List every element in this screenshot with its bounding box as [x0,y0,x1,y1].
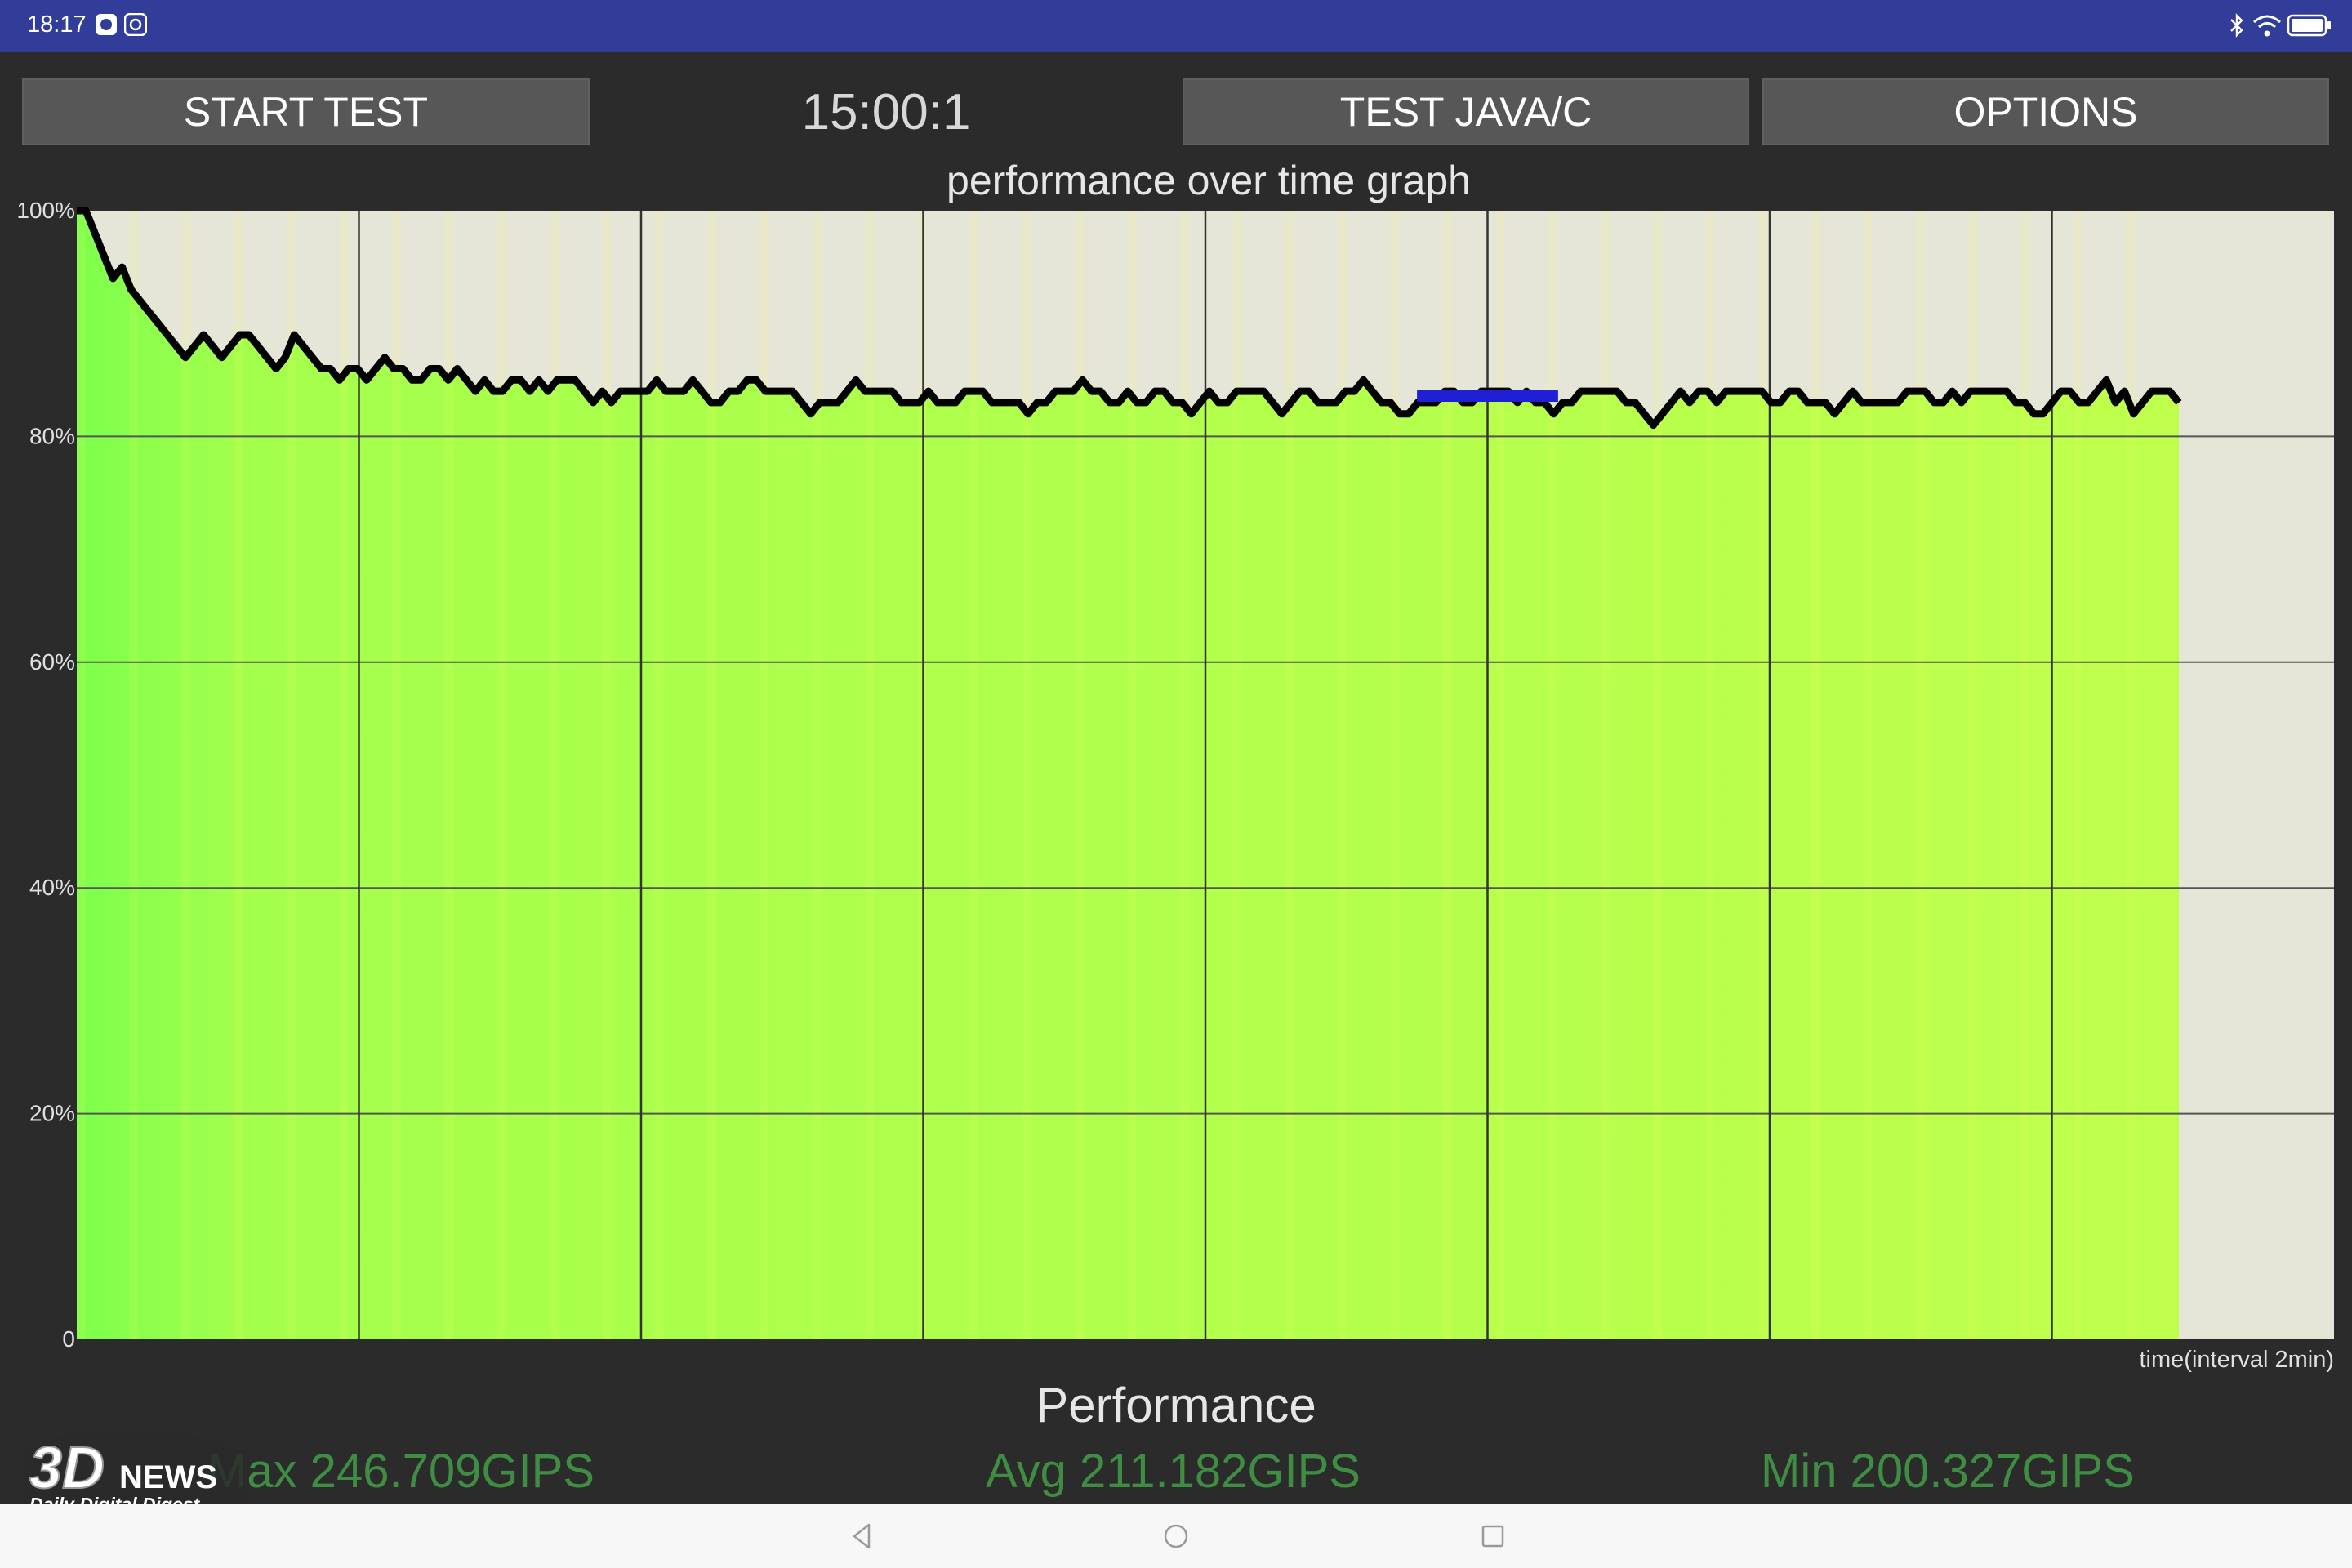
status-bar: 18:17 [0,0,2352,52]
fill-band [2020,211,2030,1339]
fill-band [1811,211,1820,1339]
test-java-c-button[interactable]: TEST JAVA/C [1183,78,1749,145]
recents-icon[interactable] [1477,1520,1509,1552]
fill-band [287,211,296,1339]
start-test-button[interactable]: START TEST [22,78,590,145]
fill-band [1705,211,1715,1339]
fill-band [812,211,822,1339]
app-notification-icon [96,14,117,35]
wifi-icon [2253,15,2281,37]
fill-band [1653,211,1663,1339]
max-performance: Max 246.709GIPS [207,1445,595,1498]
fill-band [1758,211,1767,1339]
fill-band [917,211,927,1339]
fill-band [1916,211,1925,1339]
svg-text:NEWS: NEWS [119,1459,217,1495]
fill-band [1443,211,1452,1339]
min-performance: Min 200.327GIPS [1761,1445,2135,1498]
y-tick-label: 80% [29,423,75,448]
avg-performance: Avg 211.182GIPS [986,1445,1361,1498]
fill-band [1022,211,1031,1339]
performance-title: Performance [1036,1378,1316,1432]
y-tick-label: 60% [29,649,75,675]
battery-icon [2287,14,2331,37]
bluetooth-icon [2230,13,2243,38]
fill-band [1863,211,1873,1339]
fill-band [1180,211,1189,1339]
fill-band [2126,211,2136,1339]
performance-chart: 100% 80% 60% 40% 20% 0 time(interval 2min) [16,198,2335,1372]
fill-band [1968,211,1978,1339]
fill-band [1338,211,1348,1339]
fill-band [1495,211,1505,1339]
navigation-bar [0,1504,2352,1568]
fill-band [1128,211,1137,1339]
fill-band [497,211,506,1339]
fill-band [2074,211,2082,1339]
fill-band [969,211,979,1339]
fill-band [1232,211,1242,1339]
home-icon[interactable] [1160,1520,1192,1552]
y-tick-label: 100% [16,198,75,223]
test-timer: 15:00:1 [801,83,971,140]
fill-band [865,211,874,1339]
fill-band [392,211,401,1339]
settings-notification-icon [124,13,147,36]
options-button[interactable]: OPTIONS [1762,78,2329,145]
y-tick-label: 40% [29,875,75,900]
x-axis-label: time(interval 2min) [2140,1347,2335,1372]
y-tick-label: 20% [29,1101,75,1126]
status-time: 18:17 [27,11,87,38]
svg-text:3D: 3D [29,1436,105,1501]
back-icon[interactable] [849,1520,874,1552]
fill-band [77,211,86,1339]
fill-band [234,211,243,1339]
fill-band [181,211,191,1339]
highlight-segment [1417,390,1558,403]
fill-band [707,211,716,1339]
fill-band [1390,211,1400,1339]
fill-band [129,211,138,1339]
fill-band [1601,211,1610,1339]
fill-band [1285,211,1294,1339]
y-tick-label: 0 [62,1326,75,1352]
fill-band [760,211,769,1339]
fill-band [602,211,612,1339]
fill-band [1548,211,1557,1339]
